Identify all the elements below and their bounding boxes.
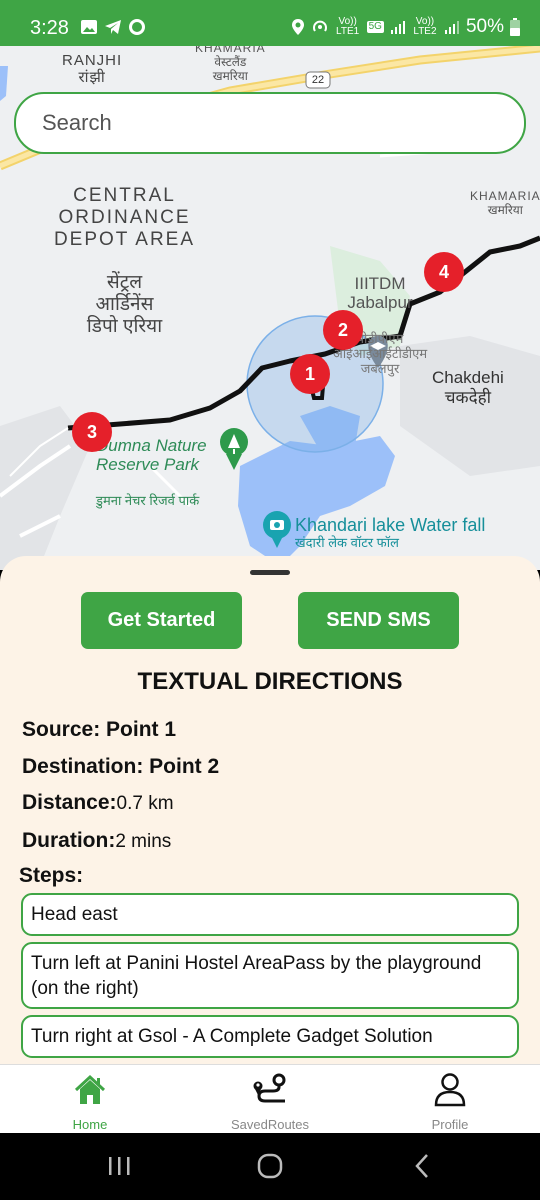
nav-profile[interactable]: Profile — [360, 1065, 540, 1134]
hotspot-icon — [312, 20, 327, 32]
search-input[interactable] — [42, 110, 524, 136]
map-label-lake: Khandari lake Water fall खंदारी लेक वॉटर… — [295, 515, 486, 550]
drag-handle[interactable] — [250, 570, 290, 575]
location-icon — [291, 19, 304, 35]
map-label-depot: CENTRAL ORDINANCE DEPOT AREA सेंट्रल आर्… — [53, 184, 196, 337]
duration-label: Duration: — [22, 829, 116, 852]
search-bar[interactable] — [14, 92, 526, 154]
highway-number: 22 — [311, 74, 325, 86]
nav-profile-label: Profile — [431, 1117, 469, 1132]
directions-title: TEXTUAL DIRECTIONS — [137, 668, 403, 695]
get-started-button[interactable]: Get Started — [81, 592, 242, 649]
home-button-icon[interactable] — [257, 1153, 283, 1179]
destination-row: Destination: Point 2 — [22, 755, 220, 778]
signal-2-icon — [444, 21, 459, 34]
step-item: Turn left at Panini Hostel AreaPass by t… — [21, 942, 519, 1009]
nav-home-label: Home — [72, 1117, 108, 1132]
route-marker-1[interactable]: 1 — [290, 354, 330, 394]
map-label-chakdehi: Chakdehi चकदेही — [432, 368, 504, 407]
home-icon — [74, 1074, 106, 1104]
network-1-label: Vo)) LTE1 — [336, 16, 360, 37]
network-2-label: Vo)) LTE2 — [413, 16, 437, 37]
whatsapp-icon — [129, 19, 145, 35]
map-label-ranjhi: RANJHI रांझी — [62, 52, 123, 87]
signal-1-icon — [390, 21, 405, 34]
nav-home[interactable]: Home — [0, 1065, 180, 1134]
system-navigation-bar — [0, 1133, 540, 1200]
network-5g-label: 5G — [366, 21, 384, 33]
user-icon — [434, 1073, 466, 1107]
directions-sheet: Get Started SEND SMS TEXTUAL DIRECTIONS … — [0, 556, 540, 1064]
clock: 3:28 — [30, 17, 69, 39]
distance-row: Distance:0.7 km — [22, 791, 174, 815]
battery-percent: 50% — [465, 16, 504, 37]
recent-apps-icon[interactable] — [107, 1155, 131, 1177]
map-label-khamaria-right: KHAMARIA खमरिया — [470, 189, 540, 217]
nav-saved-routes-label: SavedRoutes — [230, 1117, 310, 1132]
gallery-icon — [81, 20, 97, 34]
route-icon — [253, 1073, 286, 1103]
duration-row: Duration:2 mins — [22, 829, 171, 853]
step-item: Turn right at Gsol - A Complete Gadget S… — [21, 1015, 519, 1058]
steps-label: Steps: — [19, 864, 84, 887]
route-marker-3[interactable]: 3 — [72, 412, 112, 452]
send-sms-button[interactable]: SEND SMS — [298, 592, 459, 649]
distance-label: Distance: — [22, 791, 117, 814]
telegram-icon — [105, 20, 121, 34]
route-marker-2[interactable]: 2 — [323, 310, 363, 350]
step-item: Head east — [21, 893, 519, 936]
nav-saved-routes[interactable]: SavedRoutes — [180, 1065, 360, 1134]
route-marker-4[interactable]: 4 — [424, 252, 464, 292]
map-label-park: Dumna Nature Reserve Park डुमना नेचर रिज… — [96, 435, 207, 509]
map-label-khamaria-top: KHAMARIA वेस्टलैंड खमरिया — [195, 46, 266, 83]
battery-icon — [510, 18, 520, 36]
source-row: Source: Point 1 — [22, 718, 177, 741]
duration-value: 2 mins — [115, 831, 172, 852]
back-icon[interactable] — [413, 1153, 431, 1179]
distance-value: 0.7 km — [116, 793, 174, 814]
bottom-navigation: Home SavedRoutes Profile — [0, 1064, 540, 1133]
